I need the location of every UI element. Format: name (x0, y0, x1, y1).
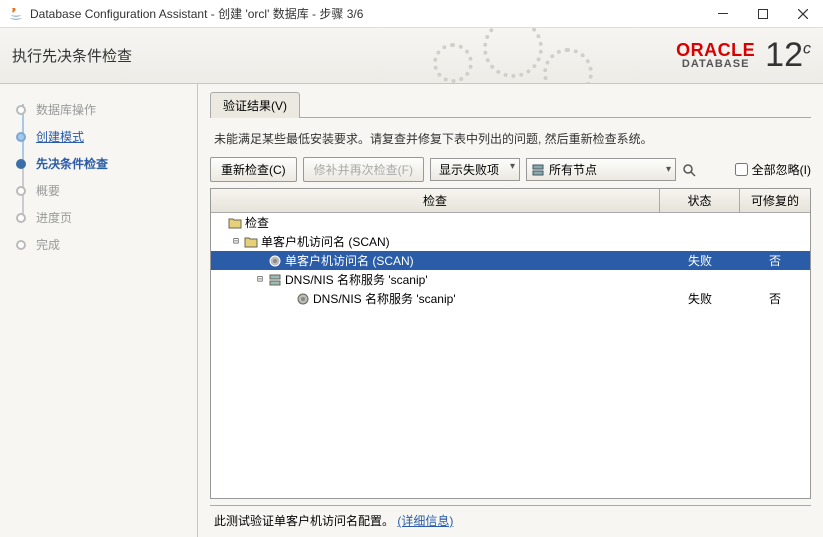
step-label: 数据库操作 (36, 101, 96, 118)
decorative-gear-icon (433, 43, 473, 83)
toolbar: 重新检查(C) 修补并再次检查(F) 显示失败项 所有节点 ▾ 全部忽略(I) (210, 157, 811, 182)
step-db-operation[interactable]: 数据库操作 (0, 96, 197, 123)
ignore-all-input[interactable] (735, 163, 748, 176)
tree-toggle-icon[interactable]: ⊟ (255, 274, 265, 285)
details-link[interactable]: (详细信息) (397, 514, 453, 528)
step-label: 完成 (36, 236, 60, 253)
step-prereq-check[interactable]: 先决条件检查 (0, 150, 197, 177)
row-label: DNS/NIS 名称服务 'scanip' (313, 290, 456, 307)
wizard-sidebar: 数据库操作 创建模式 先决条件检查 概要 进度页 完成 (0, 84, 198, 537)
node-select-label: 所有节点 (549, 161, 597, 178)
recheck-button[interactable]: 重新检查(C) (210, 157, 297, 182)
cell-fixable: 否 (740, 252, 810, 269)
ignore-all-label: 全部忽略(I) (752, 161, 811, 178)
node-select-dropdown[interactable]: 所有节点 ▾ (526, 158, 676, 181)
show-failed-dropdown[interactable]: 显示失败项 (430, 158, 520, 181)
folder-icon (228, 216, 242, 230)
row-label: 单客户机访问名 (SCAN) (285, 252, 414, 269)
table-body: 检查⊟单客户机访问名 (SCAN)单客户机访问名 (SCAN)失败否⊟DNS/N… (211, 213, 810, 498)
table-header: 检查 状态 可修复的 (211, 189, 810, 213)
col-status[interactable]: 状态 (660, 189, 740, 212)
cell-check: 单客户机访问名 (SCAN) (211, 252, 660, 269)
step-finish: 完成 (0, 231, 197, 258)
cell-check: 检查 (211, 214, 660, 231)
close-icon (798, 9, 808, 19)
server-icon (531, 163, 545, 177)
tree-toggle-icon[interactable]: ⊟ (231, 236, 241, 247)
cell-status: 失败 (660, 252, 740, 269)
table-row[interactable]: ⊟ 单客户机访问名 (SCAN) (211, 232, 810, 251)
col-check[interactable]: 检查 (211, 189, 660, 212)
maximize-icon (758, 9, 768, 19)
tab-validation-results[interactable]: 验证结果(V) (210, 92, 300, 118)
server-icon (268, 273, 282, 287)
detail-footer: 此测试验证单客户机访问名配置。 (详细信息) (210, 505, 811, 529)
page-title: 执行先决条件检查 (12, 45, 132, 66)
table-row[interactable]: 检查 (211, 213, 810, 232)
java-icon (8, 6, 24, 22)
fix-recheck-button: 修补并再次检查(F) (303, 157, 424, 182)
window-title: Database Configuration Assistant - 创建 'o… (30, 5, 703, 22)
brand-sub: DATABASE (676, 59, 755, 70)
cell-status: 失败 (660, 290, 740, 307)
gear-icon (296, 292, 310, 306)
minimize-icon (718, 9, 728, 19)
step-label: 进度页 (36, 209, 72, 226)
decorative-gear-icon (483, 28, 543, 78)
content-area: 数据库操作 创建模式 先决条件检查 概要 进度页 完成 验证结果(V) 未能满足… (0, 84, 823, 537)
cell-check: ⊟ 单客户机访问名 (SCAN) (211, 233, 660, 250)
search-icon[interactable] (682, 163, 696, 177)
gear-icon (268, 254, 282, 268)
window-titlebar: Database Configuration Assistant - 创建 'o… (0, 0, 823, 28)
step-label[interactable]: 创建模式 (36, 128, 84, 145)
close-button[interactable] (783, 0, 823, 28)
row-label: 单客户机访问名 (SCAN) (261, 233, 390, 250)
step-summary: 概要 (0, 177, 197, 204)
step-create-mode[interactable]: 创建模式 (0, 123, 197, 150)
info-message: 未能满足某些最低安装要求。请复查并修复下表中列出的问题, 然后重新检查系统。 (210, 118, 811, 157)
folder-icon (244, 235, 258, 249)
results-table: 检查 状态 可修复的 检查⊟单客户机访问名 (SCAN)单客户机访问名 (SCA… (210, 188, 811, 499)
main-panel: 验证结果(V) 未能满足某些最低安装要求。请复查并修复下表中列出的问题, 然后重… (198, 84, 823, 537)
footer-text: 此测试验证单客户机访问名配置。 (214, 514, 394, 528)
cell-check: ⊟ DNS/NIS 名称服务 'scanip' (211, 271, 660, 288)
table-row[interactable]: DNS/NIS 名称服务 'scanip' 失败否 (211, 289, 810, 308)
col-fixable[interactable]: 可修复的 (740, 189, 810, 212)
maximize-button[interactable] (743, 0, 783, 28)
table-row[interactable]: 单客户机访问名 (SCAN) 失败否 (211, 251, 810, 270)
decorative-gear-icon (543, 48, 593, 84)
tab-bar: 验证结果(V) (210, 92, 811, 118)
cell-check: DNS/NIS 名称服务 'scanip' (211, 290, 660, 307)
step-progress: 进度页 (0, 204, 197, 231)
ignore-all-checkbox[interactable]: 全部忽略(I) (735, 161, 811, 178)
chevron-down-icon: ▾ (666, 164, 671, 175)
step-label: 概要 (36, 182, 60, 199)
row-label: 检查 (245, 214, 269, 231)
header-band: 执行先决条件检查 ORACLE DATABASE 12c (0, 28, 823, 84)
brand-name: ORACLE (676, 41, 755, 59)
cell-fixable: 否 (740, 290, 810, 307)
oracle-brand: ORACLE DATABASE 12c (676, 36, 811, 75)
brand-version: 12c (765, 36, 811, 75)
table-row[interactable]: ⊟ DNS/NIS 名称服务 'scanip' (211, 270, 810, 289)
minimize-button[interactable] (703, 0, 743, 28)
step-label: 先决条件检查 (36, 155, 108, 172)
row-label: DNS/NIS 名称服务 'scanip' (285, 271, 428, 288)
